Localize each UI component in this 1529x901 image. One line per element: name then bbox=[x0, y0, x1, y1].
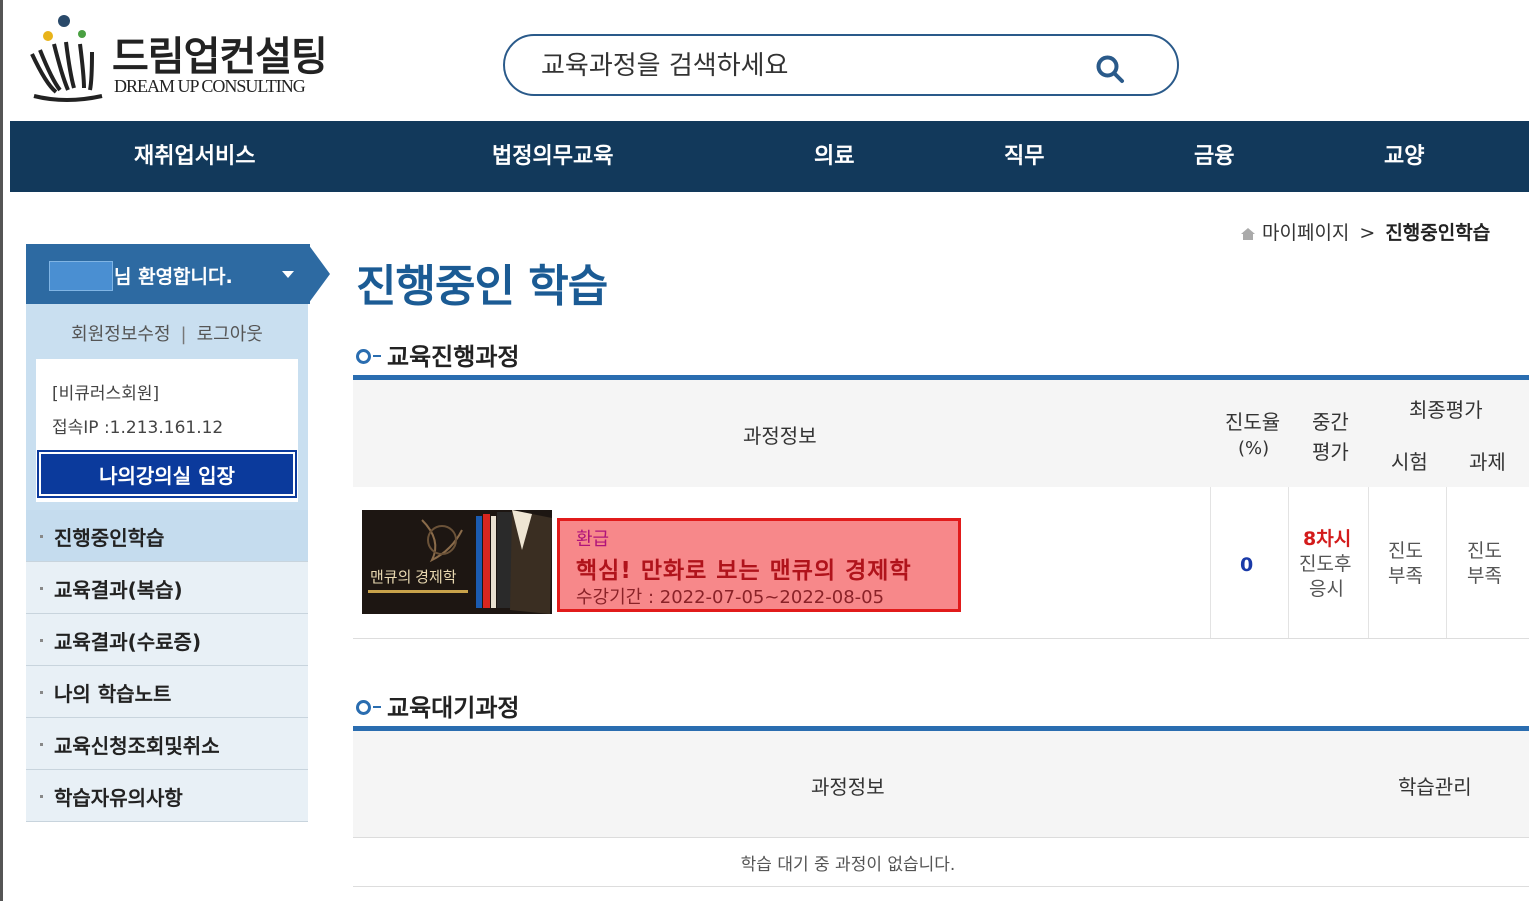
welcome-text: 님 환영합니다. bbox=[114, 266, 233, 288]
th-mid-eval-2: 평가 bbox=[1312, 440, 1349, 464]
exam-status-2: 부족 bbox=[1388, 565, 1423, 587]
empty-row: 학습 대기 중 과정이 없습니다. bbox=[353, 838, 1529, 887]
nav-item-reemployment[interactable]: 재취업서비스 bbox=[134, 121, 255, 192]
search-bar bbox=[503, 34, 1179, 96]
th-final-eval: 최종평가 bbox=[1409, 398, 1483, 422]
page-title: 진행중인 학습 bbox=[356, 261, 608, 312]
logo[interactable]: 드림업컨설팅 DREAM UP CONSULTING bbox=[26, 14, 346, 109]
th-mid-eval-1: 중간 bbox=[1312, 410, 1349, 434]
welcome-bar[interactable]: 님 환영합니다. bbox=[26, 244, 310, 304]
nav-item-medical[interactable]: 의료 bbox=[814, 121, 854, 192]
logout-link[interactable]: 로그아웃 bbox=[197, 324, 263, 345]
logo-text-kr: 드림업컨설팅 bbox=[112, 34, 328, 80]
edit-profile-link[interactable]: 회원정보수정 bbox=[71, 324, 170, 345]
side-menu: 진행중인학습 교육결과(복습) 교육결과(수료증) 나의 학습노트 교육신청조회… bbox=[26, 510, 308, 822]
user-name-box bbox=[49, 261, 113, 291]
enter-classroom-button[interactable]: 나의강의실 입장 bbox=[37, 450, 297, 498]
side-menu-item-results-review[interactable]: 교육결과(복습) bbox=[26, 562, 308, 614]
section-title-text: 교육대기과정 bbox=[387, 694, 520, 722]
logo-mark-icon bbox=[30, 15, 103, 102]
thumb-text: 맨큐의 경제학 bbox=[370, 569, 457, 586]
mid-eval-status: 응시 bbox=[1309, 578, 1344, 600]
nav-item-finance[interactable]: 금융 bbox=[1194, 121, 1234, 192]
course-thumbnail[interactable]: 맨큐의 경제학 bbox=[362, 510, 552, 614]
side-menu-item-applications[interactable]: 교육신청조회및취소 bbox=[26, 718, 308, 770]
mid-eval-session: 8차시 bbox=[1303, 528, 1352, 550]
section-title-waiting: 교육대기과정 bbox=[356, 688, 519, 723]
divider bbox=[1288, 487, 1289, 638]
side-menu-item-in-progress[interactable]: 진행중인학습 bbox=[26, 510, 308, 562]
side-menu-label: 나의 학습노트 bbox=[54, 682, 172, 706]
side-menu-label: 학습자유의사항 bbox=[54, 786, 183, 810]
frame-border bbox=[0, 0, 3, 901]
th-study-manage: 학습관리 bbox=[1398, 775, 1472, 799]
side-menu-item-notice[interactable]: 학습자유의사항 bbox=[26, 770, 308, 822]
course-title-link[interactable]: 핵심! 만화로 보는 맨큐의 경제학 bbox=[576, 551, 912, 585]
caret-down-icon[interactable] bbox=[282, 271, 294, 278]
th-exam: 시험 bbox=[1391, 450, 1428, 474]
user-info-panel: 회원정보수정 | 로그아웃 [비큐러스회원] 접속IP :1.213.161.12 … bbox=[26, 304, 308, 510]
breadcrumb-mypage[interactable]: 마이페이지 bbox=[1262, 222, 1349, 244]
bullet-icon bbox=[40, 587, 43, 590]
member-type: [비큐러스회원] bbox=[52, 384, 160, 404]
th-course-info: 과정정보 bbox=[811, 775, 885, 799]
bullet-icon bbox=[40, 743, 43, 746]
assignment-status-2: 부족 bbox=[1467, 565, 1502, 587]
side-menu-item-certificate[interactable]: 교육결과(수료증) bbox=[26, 614, 308, 666]
divider bbox=[1446, 487, 1447, 638]
bullet-icon bbox=[40, 795, 43, 798]
main-nav: 재취업서비스 법정의무교육 의료 직무 금융 교양 bbox=[10, 121, 1529, 192]
side-menu-label: 교육결과(복습) bbox=[54, 578, 183, 602]
refund-badge: 환급 bbox=[576, 529, 610, 550]
divider bbox=[1210, 487, 1211, 638]
highlighted-course[interactable]: 환급 핵심! 만화로 보는 맨큐의 경제학 수강기간 : 2022-07-05~… bbox=[557, 518, 961, 612]
course-row: 맨큐의 경제학 환급 핵심! 만화로 보는 맨큐의 경제학 수강기간 : 202… bbox=[353, 487, 1529, 639]
breadcrumb-separator: > bbox=[1359, 222, 1376, 244]
nav-item-mandatory-education[interactable]: 법정의무교육 bbox=[492, 121, 613, 192]
access-ip: 접속IP :1.213.161.12 bbox=[52, 418, 224, 438]
course-period: 수강기간 : 2022-07-05~2022-08-05 bbox=[576, 587, 885, 608]
progress-value: 0 bbox=[1240, 554, 1254, 576]
search-icon[interactable] bbox=[1095, 54, 1125, 84]
dash-icon bbox=[373, 355, 381, 357]
circle-bullet-icon bbox=[356, 699, 371, 715]
table-header: 과정정보 진도율 (%) 중간 평가 최종평가 시험 과제 bbox=[353, 380, 1529, 488]
side-menu-label: 진행중인학습 bbox=[54, 526, 165, 550]
section-title-text: 교육진행과정 bbox=[387, 343, 520, 371]
mid-eval-condition: 진도후 bbox=[1299, 553, 1352, 575]
bullet-icon bbox=[40, 639, 43, 642]
book-cover-image: 맨큐의 경제학 bbox=[362, 510, 552, 614]
th-course-info: 과정정보 bbox=[743, 424, 817, 448]
search-input[interactable] bbox=[539, 46, 1063, 86]
breadcrumb: 마이페이지 > 진행중인학습 bbox=[1240, 218, 1490, 245]
side-menu-label: 교육결과(수료증) bbox=[54, 630, 202, 654]
user-links: 회원정보수정 | 로그아웃 bbox=[26, 320, 308, 346]
divider bbox=[1368, 487, 1369, 638]
nav-item-job[interactable]: 직무 bbox=[1004, 121, 1044, 192]
th-progress-unit: (%) bbox=[1238, 438, 1270, 459]
welcome-arrow-shape bbox=[308, 244, 330, 304]
exam-status-1: 진도 bbox=[1388, 540, 1423, 562]
table-header: 과정정보 학습관리 bbox=[353, 731, 1529, 838]
empty-message: 학습 대기 중 과정이 없습니다. bbox=[740, 855, 956, 875]
link-separator: | bbox=[180, 324, 187, 345]
circle-bullet-icon bbox=[356, 348, 371, 364]
logo-text-en: DREAM UP CONSULTING bbox=[114, 76, 306, 96]
side-menu-item-study-notes[interactable]: 나의 학습노트 bbox=[26, 666, 308, 718]
breadcrumb-current: 진행중인학습 bbox=[1385, 222, 1491, 244]
section-title-in-progress: 교육진행과정 bbox=[356, 337, 519, 372]
user-info-box: [비큐러스회원] 접속IP :1.213.161.12 나의강의실 입장 bbox=[36, 359, 298, 502]
nav-item-culture[interactable]: 교양 bbox=[1384, 121, 1424, 192]
assignment-status-1: 진도 bbox=[1467, 540, 1502, 562]
side-menu-label: 교육신청조회및취소 bbox=[54, 734, 220, 758]
bullet-icon bbox=[40, 535, 43, 538]
bullet-icon bbox=[40, 691, 43, 694]
dash-icon bbox=[373, 706, 381, 708]
home-icon[interactable] bbox=[1240, 227, 1256, 241]
th-assignment: 과제 bbox=[1469, 450, 1506, 474]
th-progress: 진도율 bbox=[1225, 410, 1281, 434]
